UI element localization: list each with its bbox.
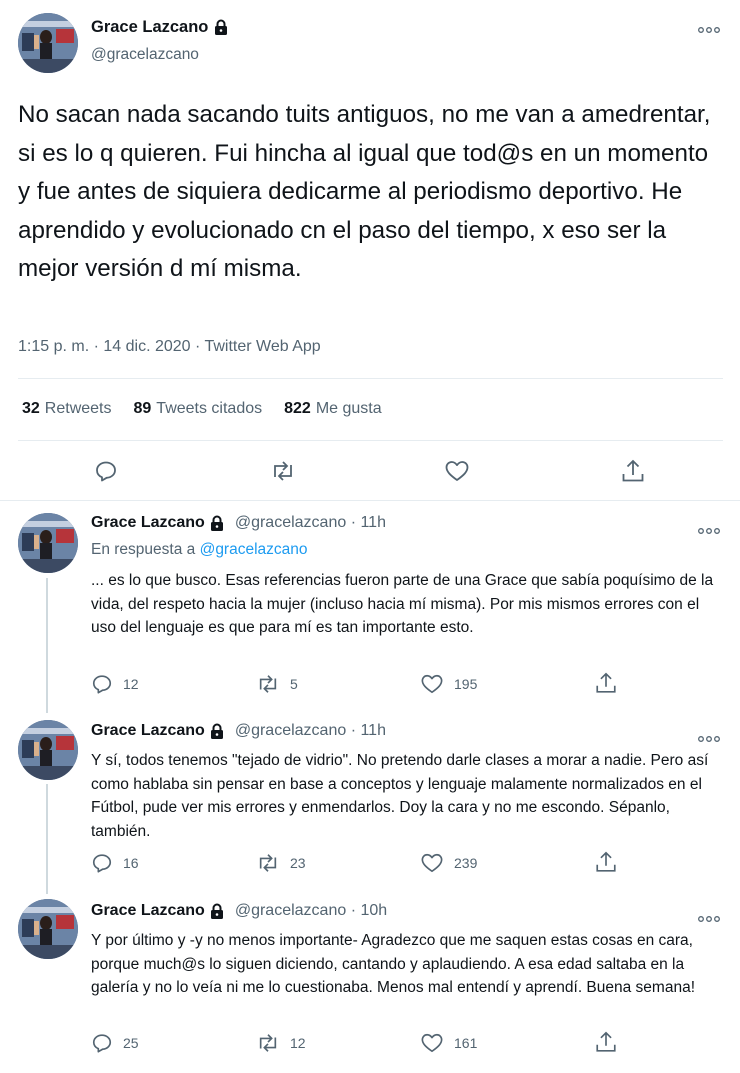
reply-text: Y sí, todos tenemos "tejado de vidrio". … [91, 752, 709, 840]
reply-count: 25 [123, 1035, 139, 1051]
in-reply-to: En respuesta a @gracelazcano [91, 541, 308, 559]
tweet-timestamp[interactable]: 1:15 p. m. · 14 dic. 2020 · Twitter Web … [18, 338, 321, 356]
divider [18, 378, 723, 379]
like-icon[interactable] [444, 459, 470, 483]
reply-count: 16 [123, 855, 139, 871]
avatar[interactable] [18, 720, 78, 780]
retweet-icon[interactable] [270, 459, 296, 483]
lock-icon [209, 515, 225, 532]
reply-text: Y por último y -y no menos importante- A… [91, 932, 696, 996]
reply-icon[interactable]: 25 [91, 1032, 139, 1054]
thread-line [46, 784, 48, 894]
avatar[interactable] [18, 13, 78, 73]
reply-icon[interactable]: 16 [91, 852, 139, 874]
likes-stat[interactable]: 822 Me gusta [284, 400, 382, 418]
like-icon[interactable]: 239 [420, 852, 477, 874]
in-reply-handle-link[interactable]: @gracelazcano [200, 541, 308, 558]
reply-author-name[interactable]: Grace Lazcano [91, 902, 205, 920]
share-icon[interactable] [620, 458, 646, 484]
author-handle[interactable]: @gracelazcano [91, 46, 199, 64]
reply-handle[interactable]: @gracelazcano · 11h [235, 514, 386, 532]
quotes-count: 89 [133, 400, 152, 417]
reply-handle[interactable]: @gracelazcano · 10h [235, 902, 387, 920]
like-icon[interactable]: 195 [420, 673, 477, 695]
reply-text: ... es lo que busco. Esas referencias fu… [91, 572, 714, 636]
retweet-icon[interactable]: 5 [256, 673, 298, 695]
retweet-icon[interactable]: 23 [256, 852, 306, 874]
divider [18, 440, 723, 441]
retweet-icon[interactable]: 12 [256, 1032, 306, 1054]
lock-icon [209, 903, 225, 920]
avatar[interactable] [18, 899, 78, 959]
likes-count: 822 [284, 400, 311, 417]
reply-icon[interactable] [94, 459, 118, 483]
reply-author[interactable]: Grace Lazcano @gracelazcano · 10h [91, 902, 387, 920]
reply-author[interactable]: Grace Lazcano @gracelazcano · 11h [91, 722, 386, 740]
retweet-count: 23 [290, 855, 306, 871]
more-icon[interactable] [698, 729, 720, 747]
tweet-text: No sacan nada sacando tuits antiguos, no… [18, 101, 711, 282]
author-name-text[interactable]: Grace Lazcano [91, 18, 208, 37]
avatar[interactable] [18, 513, 78, 573]
reply-icon[interactable]: 12 [91, 673, 139, 695]
like-count: 239 [454, 855, 478, 871]
more-icon[interactable] [698, 521, 720, 539]
share-icon[interactable] [594, 850, 618, 874]
share-icon[interactable] [594, 1030, 618, 1054]
retweets-stat[interactable]: 32 Retweets [22, 400, 112, 418]
divider [0, 500, 740, 501]
retweet-count: 5 [290, 676, 298, 692]
thread-line [46, 578, 48, 713]
more-icon[interactable] [698, 909, 720, 927]
lock-icon [213, 19, 229, 36]
tweet-stats: 32 Retweets 89 Tweets citados 822 Me gusta [22, 400, 382, 418]
like-count: 195 [454, 676, 478, 692]
reply-author-name[interactable]: Grace Lazcano [91, 514, 205, 532]
retweet-count: 12 [290, 1035, 306, 1051]
retweets-count: 32 [22, 400, 40, 417]
retweets-label: Retweets [44, 400, 112, 417]
quotes-stat[interactable]: 89 Tweets citados [134, 400, 263, 418]
reply-author[interactable]: Grace Lazcano @gracelazcano · 11h [91, 514, 386, 532]
more-icon[interactable] [698, 20, 720, 38]
author-name[interactable]: Grace Lazcano [91, 18, 229, 37]
reply-handle[interactable]: @gracelazcano · 11h [235, 722, 386, 740]
like-count: 161 [454, 1035, 478, 1051]
likes-label: Me gusta [315, 400, 382, 417]
in-reply-prefix: En respuesta a [91, 541, 196, 558]
reply-count: 12 [123, 676, 139, 692]
lock-icon [209, 723, 225, 740]
quotes-label: Tweets citados [156, 400, 263, 417]
share-icon[interactable] [594, 671, 618, 695]
reply-author-name[interactable]: Grace Lazcano [91, 722, 205, 740]
like-icon[interactable]: 161 [420, 1032, 477, 1054]
